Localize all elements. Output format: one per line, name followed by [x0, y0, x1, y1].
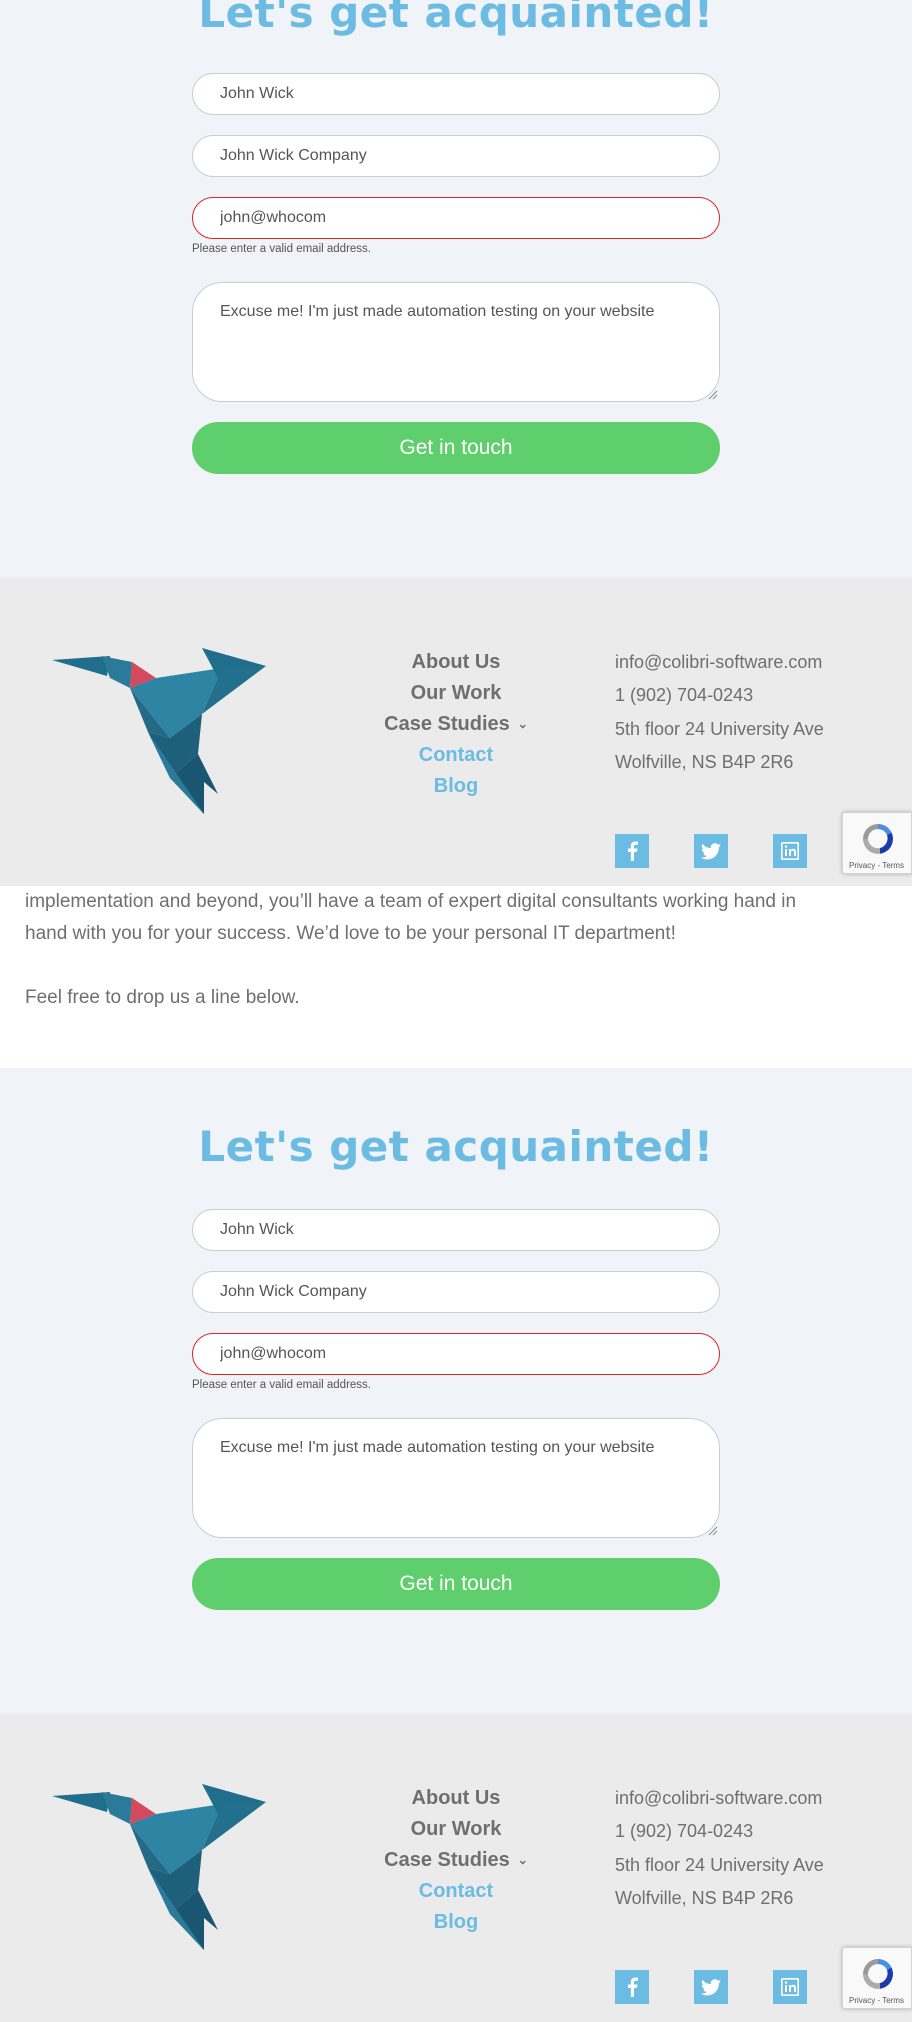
nav-contact[interactable]: Contact	[330, 1880, 582, 1903]
resize-grip-icon[interactable]	[708, 1526, 718, 1536]
contact-form-section: Let's get acquainted! Please enter a val…	[0, 1068, 912, 1714]
facebook-icon[interactable]	[615, 1970, 649, 2004]
chevron-down-icon: ⌄	[517, 1853, 528, 1867]
recaptcha-badge[interactable]: Privacy - Terms	[842, 812, 912, 874]
nav-about-us[interactable]: About Us	[330, 1787, 582, 1810]
footer-address-line2: Wolfville, NS B4P 2R6	[615, 752, 794, 772]
message-field[interactable]: Excuse me! I'm just made automation test…	[192, 1418, 720, 1538]
footer-email[interactable]: info@colibri-software.com	[615, 652, 822, 673]
form-title: Let's get acquainted!	[198, 0, 714, 37]
nav-about-us[interactable]: About Us	[330, 651, 582, 674]
nav-case-studies[interactable]: Case Studies ⌄	[330, 713, 582, 736]
get-in-touch-button[interactable]: Get in touch	[192, 1558, 720, 1610]
footer-email[interactable]: info@colibri-software.com	[615, 1788, 822, 1809]
nav-case-studies[interactable]: Case Studies ⌄	[330, 1849, 582, 1872]
name-field[interactable]	[192, 1209, 720, 1251]
resize-grip-icon[interactable]	[708, 390, 718, 400]
linkedin-icon[interactable]	[773, 1970, 807, 2004]
email-error-text: Please enter a valid email address.	[192, 243, 371, 255]
site-footer: About Us Our Work Case Studies ⌄ Contact …	[0, 578, 912, 886]
company-field[interactable]	[192, 135, 720, 177]
colibri-logo[interactable]	[52, 648, 266, 814]
linkedin-icon[interactable]	[773, 834, 807, 868]
recaptcha-terms[interactable]: Privacy - Terms	[849, 1996, 904, 2005]
company-field[interactable]	[192, 1271, 720, 1313]
recaptcha-icon	[863, 1959, 893, 1989]
twitter-icon[interactable]	[694, 1970, 728, 2004]
email-field[interactable]	[192, 1333, 720, 1375]
recaptcha-terms[interactable]: Privacy - Terms	[849, 861, 904, 870]
about-text-line2: hand with you for your success. We’d lov…	[25, 923, 676, 944]
about-text-line1: implementation and beyond, you’ll have a…	[25, 891, 797, 912]
footer-address-line1: 5th floor 24 University Ave	[615, 1855, 824, 1875]
twitter-icon[interactable]	[694, 834, 728, 868]
footer-phone[interactable]: 1 (902) 704-0243	[615, 1821, 753, 1842]
nav-our-work[interactable]: Our Work	[330, 682, 582, 705]
nav-case-studies-label: Case Studies	[384, 1849, 510, 1871]
footer-address-line2: Wolfville, NS B4P 2R6	[615, 1888, 794, 1908]
form-title: Let's get acquainted!	[198, 1122, 714, 1171]
colibri-logo[interactable]	[52, 1784, 266, 1950]
recaptcha-badge[interactable]: Privacy - Terms	[842, 1947, 912, 2009]
email-field[interactable]	[192, 197, 720, 239]
facebook-icon[interactable]	[615, 834, 649, 868]
nav-case-studies-label: Case Studies	[384, 713, 510, 735]
nav-our-work[interactable]: Our Work	[330, 1818, 582, 1841]
site-footer: About Us Our Work Case Studies ⌄ Contact …	[0, 1714, 912, 2022]
nav-contact[interactable]: Contact	[330, 744, 582, 767]
email-error-text: Please enter a valid email address.	[192, 1379, 371, 1391]
contact-form-section: Let's get acquainted! Please enter a val…	[0, 0, 912, 578]
footer-phone[interactable]: 1 (902) 704-0243	[615, 685, 753, 706]
get-in-touch-button[interactable]: Get in touch	[192, 422, 720, 474]
about-section: implementation and beyond, you’ll have a…	[0, 886, 912, 1068]
name-field[interactable]	[192, 73, 720, 115]
nav-blog[interactable]: Blog	[330, 1911, 582, 1934]
chevron-down-icon: ⌄	[517, 717, 528, 731]
nav-blog[interactable]: Blog	[330, 775, 582, 798]
about-text-line3: Feel free to drop us a line below.	[25, 987, 300, 1008]
footer-address-line1: 5th floor 24 University Ave	[615, 719, 824, 739]
recaptcha-icon	[863, 824, 893, 854]
message-field[interactable]: Excuse me! I'm just made automation test…	[192, 282, 720, 402]
